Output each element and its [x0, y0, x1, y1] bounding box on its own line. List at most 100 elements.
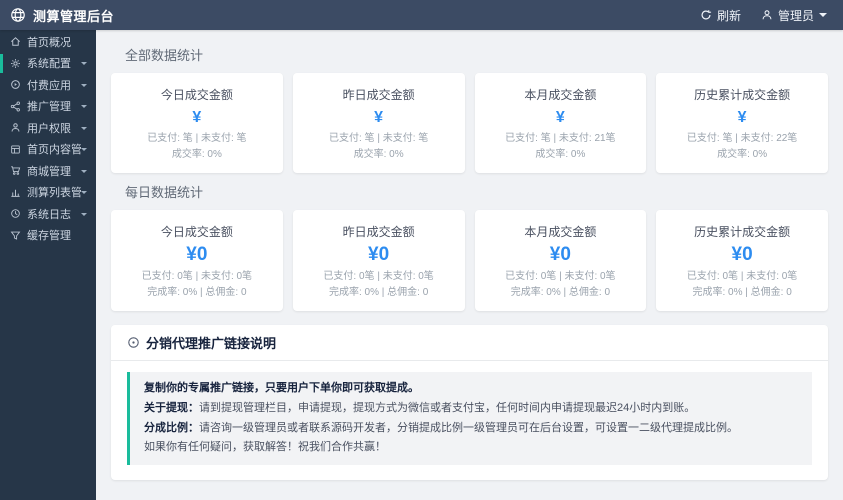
- stat-card-amount: ¥0: [731, 244, 753, 265]
- chevron-down-icon: [81, 191, 87, 197]
- bar-chart-icon: [10, 187, 21, 198]
- sidebar-item-label: 用户权限: [27, 122, 71, 135]
- stat-card-title: 今日成交金额: [160, 88, 233, 102]
- sidebar-item-user-permissions[interactable]: 用户权限: [0, 117, 96, 139]
- chevron-down-icon: [81, 212, 87, 219]
- layout-icon: [10, 144, 21, 155]
- chevron-down-icon: [81, 105, 87, 111]
- stat-card-line2: 成交率: 0%: [353, 148, 404, 160]
- circle-dot-icon: [127, 336, 140, 349]
- promo-card-body: 复制你的专属推广链接，只要用户下单你即可获取提成。 关于提现：请到提现管理栏目，…: [111, 361, 828, 480]
- all-stats-card-row: 今日成交金额 ¥ 已支付: 笔 | 未支付: 笔 成交率: 0% 昨日成交金额 …: [111, 73, 828, 173]
- stat-card-line2: 完成率: 0% | 总佣金: 0: [328, 286, 429, 298]
- sidebar-item-label: 系统日志: [27, 208, 71, 221]
- top-header: 测算管理后台 刷新 管理员: [0, 0, 843, 30]
- stat-card-today-daily: 今日成交金额 ¥0 已支付: 0笔 | 未支付: 0笔 完成率: 0% | 总佣…: [111, 210, 283, 311]
- sidebar-item-mall[interactable]: 商城管理: [0, 160, 96, 182]
- chevron-down-icon: [819, 13, 827, 21]
- promo-card-header: 分销代理推广链接说明: [111, 325, 828, 361]
- sidebar-item-label: 首页概况: [27, 36, 71, 49]
- clock-icon: [10, 208, 21, 219]
- promo-line: 关于提现：请到提现管理栏目，申请提现，提现方式为微信或者支付宝，任何时间内申请提…: [144, 401, 696, 414]
- stat-card-history-daily: 历史累计成交金额 ¥0 已支付: 0笔 | 未支付: 0笔 完成率: 0% | …: [656, 210, 828, 311]
- daily-stats-card-row: 今日成交金额 ¥0 已支付: 0笔 | 未支付: 0笔 完成率: 0% | 总佣…: [111, 210, 828, 311]
- stat-card-line2: 成交率: 0%: [535, 148, 586, 160]
- promo-card-title: 分销代理推广链接说明: [146, 336, 277, 351]
- stat-card-history-total: 历史累计成交金额 ¥ 已支付: 笔 | 未支付: 22笔 成交率: 0%: [656, 73, 828, 173]
- sidebar-item-system-config[interactable]: 系统配置: [0, 53, 96, 75]
- promo-line: 复制你的专属推广链接，只要用户下单你即可获取提成。: [144, 382, 419, 394]
- chevron-down-icon: [81, 126, 87, 133]
- refresh-button[interactable]: 刷新: [700, 7, 741, 24]
- sidebar-item-home-overview[interactable]: 首页概况: [0, 31, 96, 53]
- promo-line: 分成比例：请咨询一级管理员或者联系源码开发者，分销提成比例一级管理员可在后台设置…: [144, 421, 738, 434]
- gear-icon: [10, 58, 21, 69]
- stat-card-month-daily: 本月成交金额 ¥0 已支付: 0笔 | 未支付: 0笔 完成率: 0% | 总佣…: [474, 210, 647, 311]
- stat-card-amount: ¥: [737, 109, 747, 126]
- stat-card-line1: 已支付: 笔 | 未支付: 笔: [147, 133, 247, 144]
- main-content: 全部数据统计 今日成交金额 ¥ 已支付: 笔 | 未支付: 笔 成交率: 0% …: [96, 30, 843, 500]
- stat-card-line1: 已支付: 0笔 | 未支付: 0笔: [141, 271, 253, 282]
- stat-card-line1: 已支付: 0笔 | 未支付: 0笔: [323, 271, 434, 282]
- sidebar-item-label: 首页内容管理: [27, 144, 81, 157]
- stat-card-title: 今日成交金额: [160, 225, 233, 239]
- refresh-label: 刷新: [716, 8, 741, 23]
- user-label: 管理员: [777, 8, 814, 23]
- stat-card-line2: 完成率: 0% | 总佣金: 0: [510, 286, 611, 298]
- stat-card-amount: ¥0: [186, 244, 208, 265]
- stat-card-line2: 成交率: 0%: [717, 148, 768, 160]
- stat-card-amount: ¥: [374, 109, 384, 126]
- stat-card-amount: ¥0: [368, 244, 390, 265]
- globe-logo-icon: [10, 7, 26, 23]
- stat-card-title: 昨日成交金额: [342, 225, 415, 239]
- user-menu[interactable]: 管理员: [761, 7, 827, 24]
- promo-note-box: 复制你的专属推广链接，只要用户下单你即可获取提成。 关于提现：请到提现管理栏目，…: [127, 372, 812, 466]
- app-title: 测算管理后台: [33, 8, 115, 24]
- sidebar-item-home-content[interactable]: 首页内容管理: [0, 139, 96, 161]
- stat-card-line1: 已支付: 0笔 | 未支付: 0笔: [686, 271, 798, 282]
- sidebar-item-system-log[interactable]: 系统日志: [0, 203, 96, 225]
- sidebar-item-label: 付费应用: [27, 79, 71, 92]
- sidebar: 首页概况 系统配置 付费应用 推广管理 用户权限 首页内容管 商城管理 测算列表…: [0, 30, 96, 500]
- sidebar-item-calc-list[interactable]: 测算列表管理: [0, 182, 96, 204]
- section-title-all-stats: 全部数据统计: [125, 48, 204, 63]
- brand: 测算管理后台: [0, 6, 114, 25]
- stat-card-yesterday-daily: 昨日成交金额 ¥0 已支付: 0笔 | 未支付: 0笔 完成率: 0% | 总佣…: [292, 210, 465, 311]
- stat-card-title: 历史累计成交金额: [694, 225, 791, 239]
- share-icon: [10, 101, 21, 112]
- refresh-icon: [700, 9, 712, 21]
- stat-card-line1: 已支付: 笔 | 未支付: 笔: [328, 133, 429, 144]
- chevron-down-icon: [81, 148, 87, 154]
- stat-card-today-total: 今日成交金额 ¥ 已支付: 笔 | 未支付: 笔 成交率: 0%: [111, 73, 283, 173]
- user-permission-icon: [10, 122, 21, 133]
- sidebar-item-label: 商城管理: [27, 165, 71, 178]
- stat-card-line1: 已支付: 笔 | 未支付: 21笔: [505, 133, 616, 144]
- promo-info-card: 分销代理推广链接说明 复制你的专属推广链接，只要用户下单你即可获取提成。 关于提…: [111, 325, 828, 481]
- promo-line: 如果你有任何疑问，获取解答！祝我们合作共赢！: [144, 441, 386, 454]
- stat-card-title: 昨日成交金额: [342, 88, 415, 102]
- stat-card-amount: ¥0: [549, 244, 571, 265]
- sidebar-item-paid-apps[interactable]: 付费应用: [0, 74, 96, 96]
- stat-card-title: 历史累计成交金额: [694, 88, 791, 102]
- chevron-down-icon: [81, 83, 87, 90]
- stat-card-yesterday-total: 昨日成交金额 ¥ 已支付: 笔 | 未支付: 笔 成交率: 0%: [292, 73, 465, 173]
- sidebar-item-label: 测算列表管理: [27, 187, 81, 200]
- stat-card-line2: 成交率: 0%: [171, 148, 222, 160]
- paid-app-icon: [10, 79, 21, 90]
- chevron-down-icon: [81, 62, 87, 68]
- sidebar-item-promotion[interactable]: 推广管理: [0, 96, 96, 118]
- home-icon: [10, 36, 21, 47]
- stat-card-line1: 已支付: 0笔 | 未支付: 0笔: [505, 271, 616, 282]
- section-title-daily-stats: 每日数据统计: [125, 185, 204, 200]
- sidebar-item-label: 系统配置: [27, 58, 71, 71]
- stat-card-title: 本月成交金额: [524, 225, 597, 239]
- stat-card-line1: 已支付: 笔 | 未支付: 22笔: [686, 133, 798, 144]
- stat-card-amount: ¥: [192, 109, 202, 126]
- user-icon: [761, 9, 773, 21]
- sidebar-item-cache[interactable]: 缓存管理: [0, 225, 96, 247]
- cart-icon: [10, 165, 21, 176]
- chevron-down-icon: [81, 169, 87, 176]
- stat-card-month-total: 本月成交金额 ¥ 已支付: 笔 | 未支付: 21笔 成交率: 0%: [474, 73, 647, 173]
- stat-card-amount: ¥: [555, 109, 565, 126]
- stat-card-line2: 完成率: 0% | 总佣金: 0: [692, 286, 792, 298]
